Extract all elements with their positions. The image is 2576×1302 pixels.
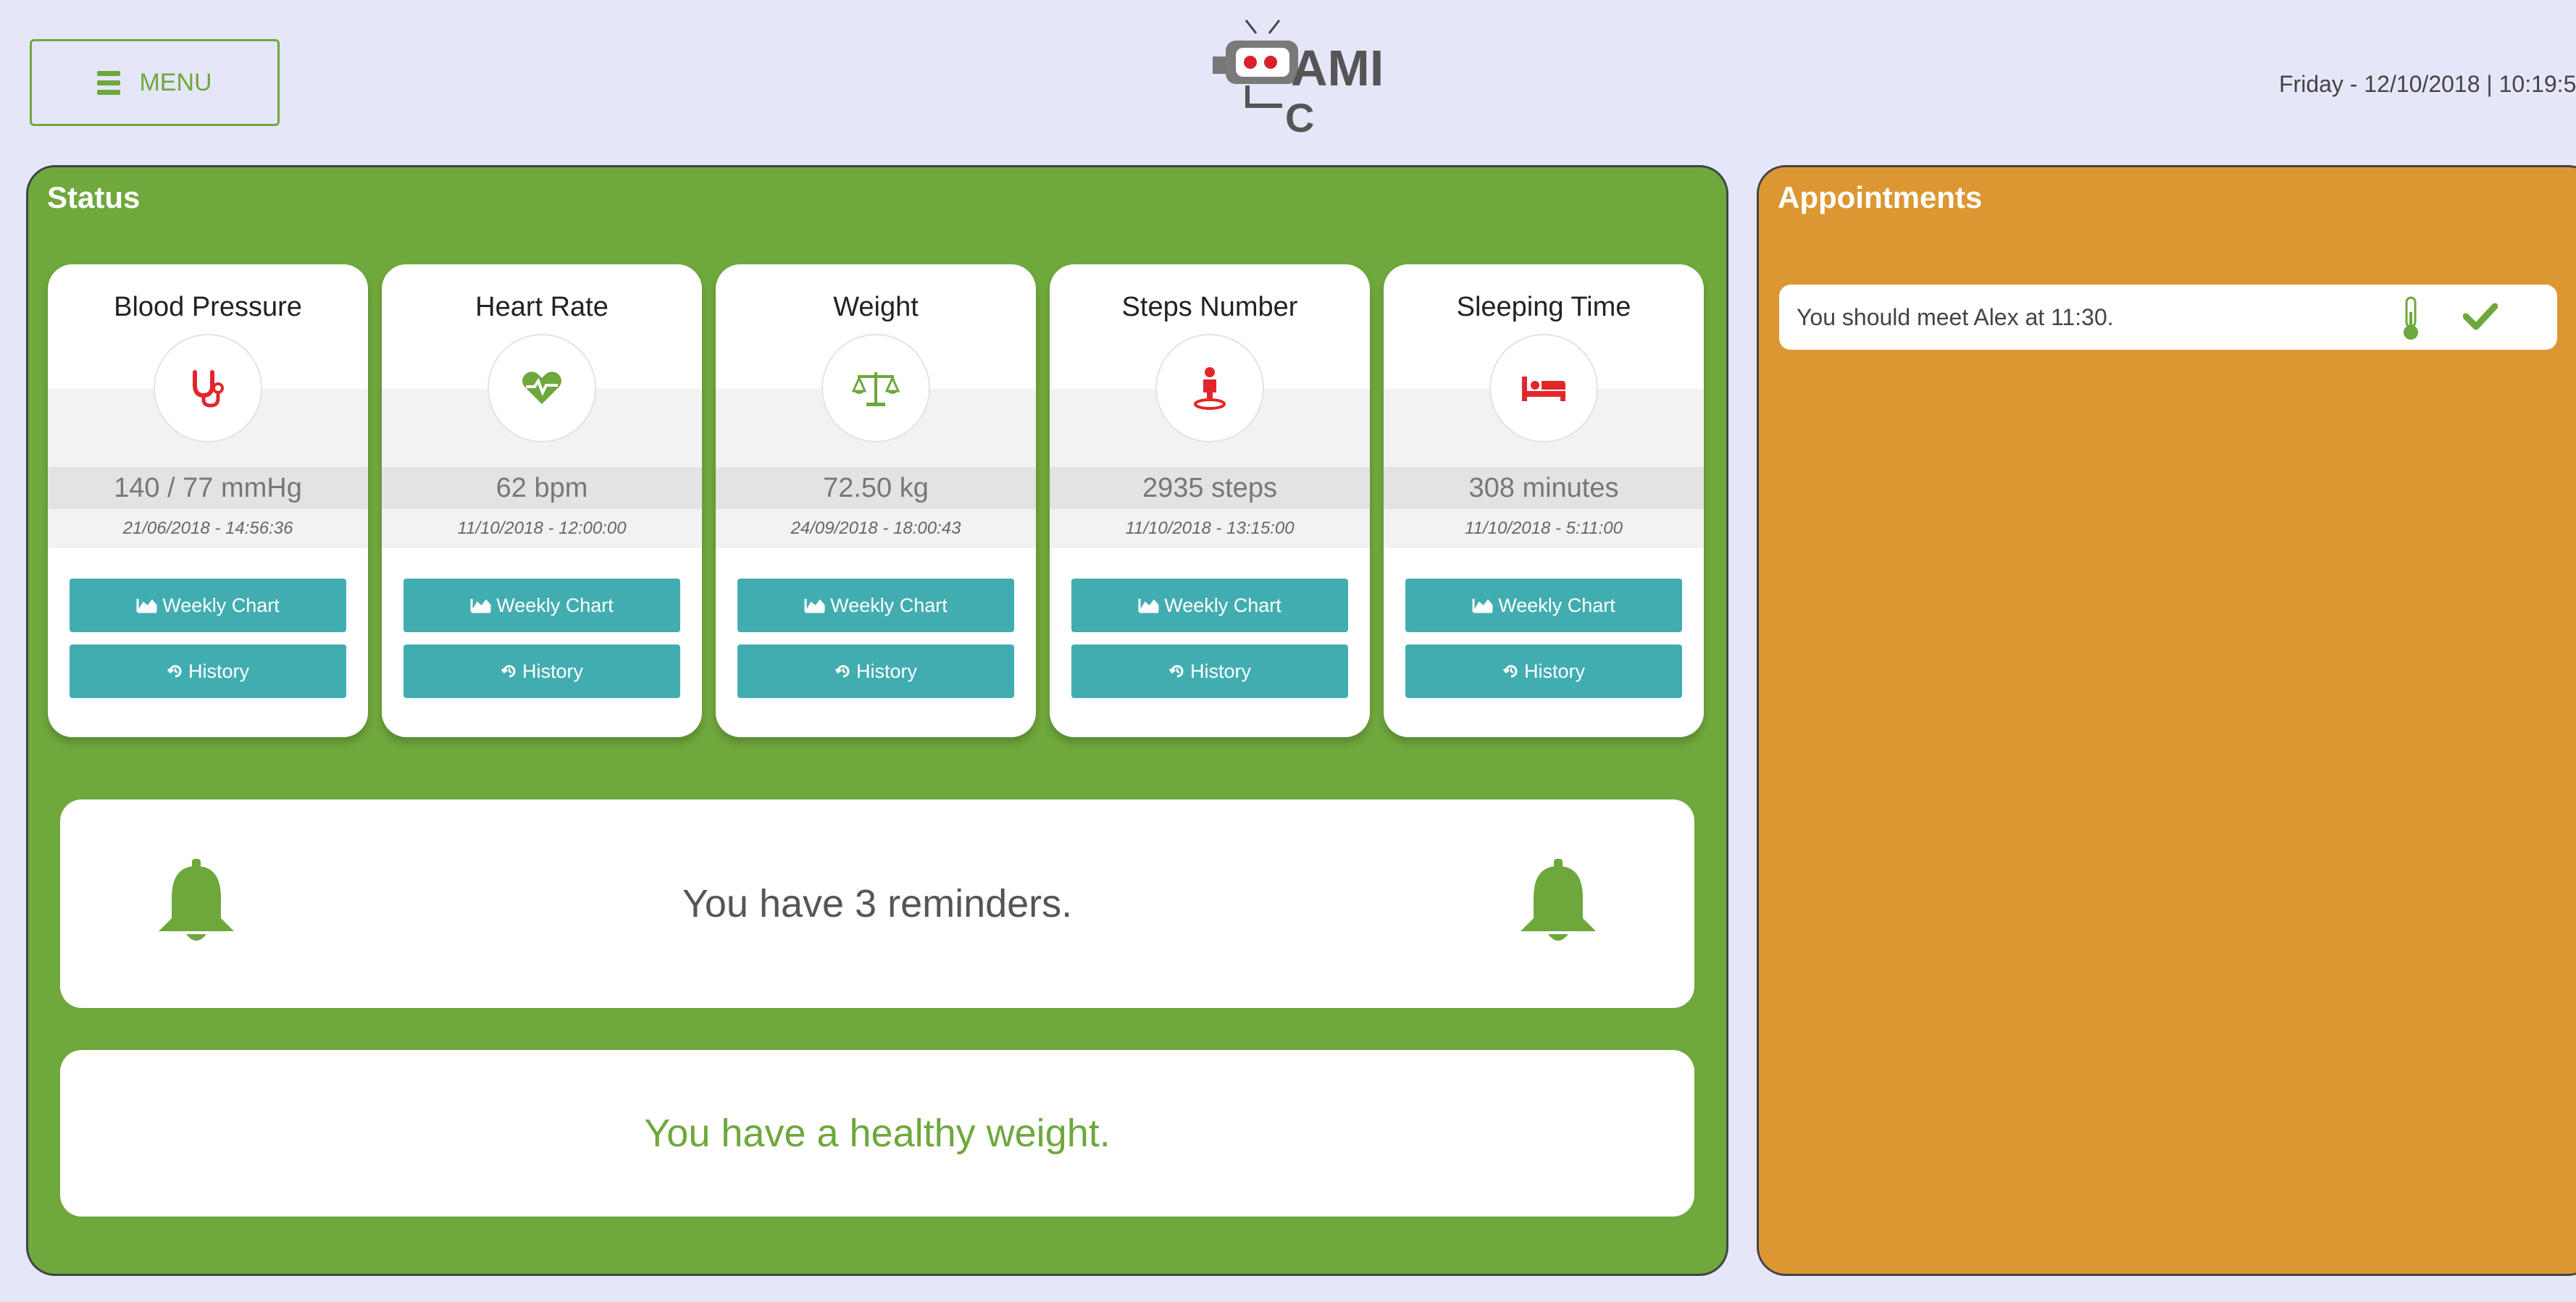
- history-button[interactable]: History: [737, 644, 1014, 698]
- stethoscope-icon: [154, 334, 262, 442]
- weekly-chart-button[interactable]: Weekly Chart: [737, 579, 1014, 632]
- reading-timestamp: 24/09/2018 - 18:00:43: [716, 509, 1036, 548]
- reminders-banner[interactable]: You have 3 reminders.: [60, 799, 1694, 1008]
- card-title: Sleeping Time: [1456, 292, 1631, 322]
- area-chart-icon: [470, 599, 491, 613]
- card-blood-pressure: Blood Pressure 140 / 77 mmHg 21/06/2018 …: [48, 264, 368, 737]
- weekly-chart-button[interactable]: Weekly Chart: [70, 579, 346, 632]
- weekly-chart-button[interactable]: Weekly Chart: [1405, 579, 1682, 632]
- history-icon: [501, 665, 516, 678]
- history-icon: [1168, 665, 1184, 678]
- reading-value: 72.50 kg: [716, 467, 1036, 509]
- bell-icon: [1521, 859, 1596, 941]
- weekly-chart-button[interactable]: Weekly Chart: [403, 579, 680, 632]
- reminders-text: You have 3 reminders.: [682, 882, 1073, 925]
- area-chart-icon: [1472, 599, 1493, 613]
- card-steps-number: Steps Number 2935 steps 11/10/2018 - 13:…: [1050, 264, 1370, 737]
- card-title: Steps Number: [1121, 292, 1298, 322]
- card-title: Heart Rate: [475, 292, 609, 322]
- history-button[interactable]: History: [1071, 644, 1348, 698]
- reading-value: 140 / 77 mmHg: [48, 467, 368, 509]
- reading-timestamp: 11/10/2018 - 12:00:00: [382, 509, 702, 548]
- status-title: Status: [47, 180, 141, 214]
- area-chart-icon: [1138, 599, 1159, 613]
- cami-logo: AMI C: [1213, 20, 1384, 139]
- card-weight: Weight 72.50 kg 24/09/2018 - 18:00:43 We…: [716, 264, 1036, 737]
- appointment-text: You should meet Alex at 11:30.: [1797, 304, 2114, 330]
- history-button[interactable]: History: [70, 644, 346, 698]
- reading-value: 2935 steps: [1050, 467, 1370, 509]
- bed-icon: [1489, 334, 1598, 442]
- history-button[interactable]: History: [1405, 644, 1682, 698]
- hamburger-icon: [97, 70, 121, 95]
- history-button[interactable]: History: [403, 644, 680, 698]
- history-icon: [1502, 665, 1518, 678]
- appointment-item[interactable]: You should meet Alex at 11:30.: [1779, 285, 2557, 350]
- card-heart-rate: Heart Rate 62 bpm 11/10/2018 - 12:00:00 …: [382, 264, 702, 737]
- appointments-panel: Appointments You should meet Alex at 11:…: [1757, 165, 2576, 1276]
- menu-button[interactable]: MENU: [30, 39, 280, 126]
- check-icon[interactable]: [2463, 301, 2498, 332]
- menu-label: MENU: [139, 68, 212, 96]
- history-icon: [835, 665, 850, 678]
- appointments-title: Appointments: [1778, 180, 1983, 214]
- card-sleeping-time: Sleeping Time 308 minutes 11/10/2018 - 5…: [1384, 264, 1704, 737]
- card-title: Weight: [833, 292, 919, 322]
- reading-value: 62 bpm: [382, 467, 702, 509]
- top-bar: MENU AMI C Friday - 12/10/2018 | 10:19:5: [0, 0, 2576, 159]
- status-panel: Status Blood Pressure 140 / 77 mmHg 21/0…: [26, 165, 1728, 1276]
- person-steps-icon: [1155, 334, 1264, 442]
- thermometer-icon: [2404, 296, 2418, 340]
- weekly-chart-button[interactable]: Weekly Chart: [1071, 579, 1348, 632]
- reading-value: 308 minutes: [1384, 467, 1704, 509]
- datetime-display: Friday - 12/10/2018 | 10:19:5: [2279, 71, 2576, 97]
- reading-timestamp: 11/10/2018 - 13:15:00: [1050, 509, 1370, 548]
- history-icon: [167, 665, 182, 678]
- svg-text:C: C: [1285, 95, 1314, 139]
- reading-timestamp: 11/10/2018 - 5:11:00: [1384, 509, 1704, 548]
- balance-scale-icon: [821, 334, 930, 442]
- area-chart-icon: [804, 599, 825, 613]
- weight-message: You have a healthy weight.: [60, 1050, 1694, 1217]
- card-title: Blood Pressure: [114, 292, 302, 322]
- heartbeat-icon: [488, 334, 596, 442]
- area-chart-icon: [136, 599, 157, 613]
- reading-timestamp: 21/06/2018 - 14:56:36: [48, 509, 368, 548]
- svg-text:AMI: AMI: [1291, 40, 1384, 96]
